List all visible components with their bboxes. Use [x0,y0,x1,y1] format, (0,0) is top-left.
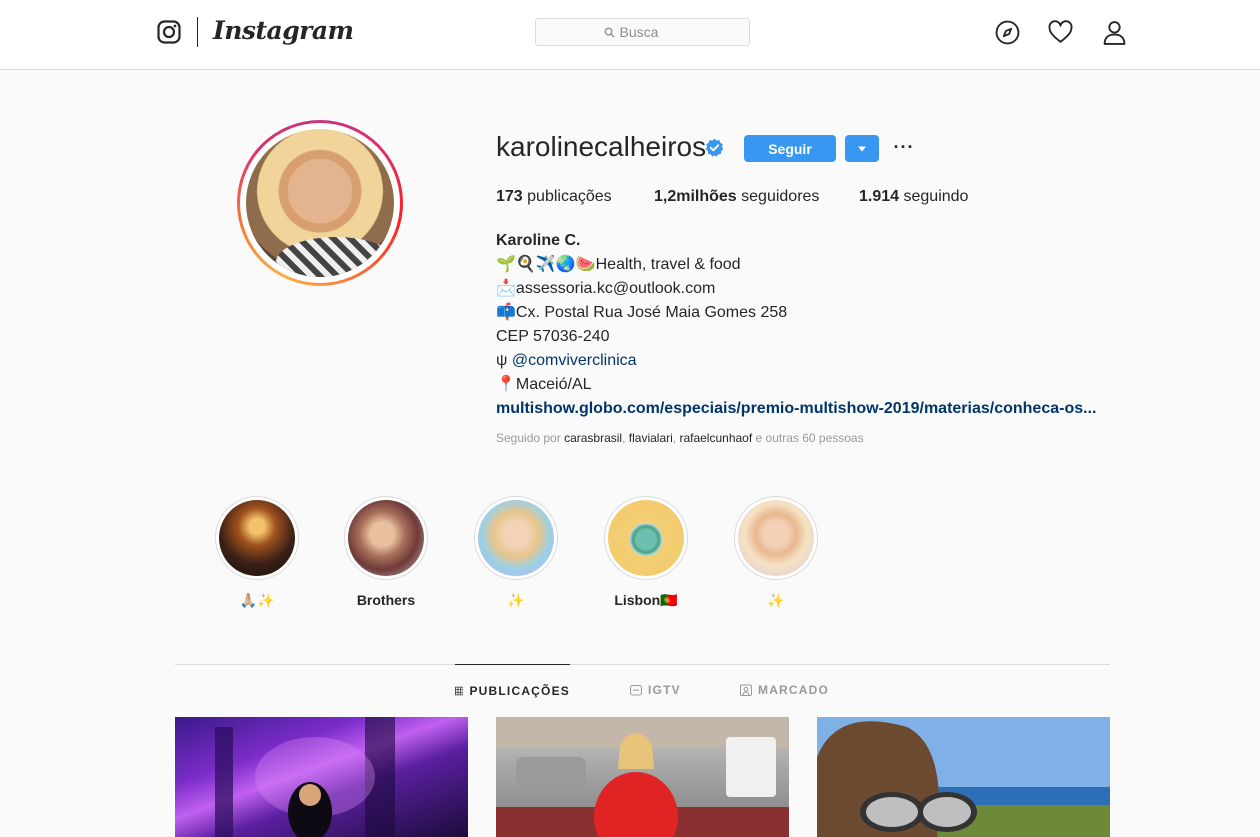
followers-stat[interactable]: 1,2milhões seguidores [654,188,819,206]
post-thumbnail[interactable] [496,717,789,837]
caret-down-icon [858,146,866,151]
compass-explore-icon[interactable] [995,20,1020,45]
followed-by-suffix: e outras 60 pessoas [752,431,864,445]
search-input[interactable] [619,24,682,40]
posts-label: publicações [522,188,612,205]
heart-activity-icon[interactable] [1048,20,1073,45]
highlight-cover [608,500,684,576]
more-options-button[interactable]: ··· [893,136,915,158]
story-highlight[interactable]: Brothers [344,496,428,608]
bio-line-cep: CEP 57036-240 [496,328,610,345]
followers-label: seguidores [736,188,820,205]
highlight-ring [734,496,818,580]
followed-by-account[interactable]: flavialari [629,431,673,445]
followed-by-account[interactable]: carasbrasil [564,431,622,445]
profile-full-name: Karoline C. [496,232,581,249]
followed-by-prefix: Seguido por [496,431,565,445]
profile-avatar [246,129,394,277]
highlight-label: Lisbon🇵🇹 [614,592,678,608]
highlight-ring [604,496,688,580]
grid-icon [455,686,464,695]
profile-avatar-story-ring[interactable] [237,120,403,286]
highlight-label: ✨ [507,592,525,608]
tab-publicacoes[interactable]: PUBLICAÇÕES [455,664,570,716]
bio-website-link[interactable]: multishow.globo.com/especiais/premio-mul… [496,397,1106,421]
followed-by-text[interactable]: Seguido por carasbrasil, flavialari, raf… [496,431,864,445]
avatar-border [240,123,400,283]
profile-username: karolinecalheiros [496,131,707,162]
highlight-cover [348,500,424,576]
follow-button[interactable]: Seguir [744,135,836,162]
story-highlight[interactable]: 🙏🏼✨ [215,496,299,609]
following-label: seguindo [899,188,969,205]
bio-line-location: 📍Maceió/AL [496,376,592,393]
logo-divider [197,17,198,47]
followed-by-account[interactable]: rafaelcunhaof [679,431,752,445]
tab-label: IGTV [648,683,681,697]
search-icon [604,27,615,38]
tab-marcado[interactable]: MARCADO [740,664,829,716]
post-image [215,717,395,837]
story-highlight[interactable]: ✨ [474,496,558,609]
profile-bio: Karoline C. 🌱🍳✈️🌏🍉Health, travel & food … [496,229,1111,421]
bio-clinic-prefix: ψ [496,352,512,369]
followers-count: 1,2milhões [654,188,737,205]
highlight-ring [215,496,299,580]
posts-stat: 173 publicações [496,188,612,206]
highlight-cover [738,500,814,576]
tab-igtv[interactable]: IGTV [630,664,681,716]
bio-line-email: 📩assessoria.kc@outlook.com [496,280,716,297]
highlight-ring [474,496,558,580]
highlight-cover [478,500,554,576]
following-count: 1.914 [859,188,900,205]
profile-person-icon[interactable] [1102,20,1127,45]
highlight-cover [219,500,295,576]
story-highlight[interactable]: Lisbon🇵🇹 [604,496,688,609]
posts-count: 173 [496,188,523,205]
highlight-label: 🙏🏼✨ [239,592,275,608]
tab-label: PUBLICAÇÕES [469,683,570,698]
post-image [817,717,1110,837]
tagged-icon [740,684,752,696]
bio-mention-link[interactable]: @comviverclinica [512,352,637,369]
bio-line-postal: 📫Cx. Postal Rua José Maia Gomes 258 [496,304,788,321]
post-thumbnail[interactable] [817,717,1110,837]
tv-icon [630,685,642,696]
highlight-label: Brothers [356,592,416,608]
story-highlight[interactable]: ✨ [734,496,818,609]
bio-line-clinic: ψ @comviverclinica [496,349,1111,373]
post-thumbnail[interactable] [175,717,468,837]
highlight-label: ✨ [767,592,785,608]
top-navigation: Instagram [0,0,1260,70]
verified-badge-icon [705,138,724,157]
tab-label: MARCADO [758,683,830,697]
instagram-camera-icon[interactable] [157,20,181,44]
highlight-ring [344,496,428,580]
post-image [496,717,789,837]
search-box[interactable] [535,18,750,46]
instagram-wordmark[interactable]: Instagram [213,16,354,45]
bio-line-tagline: 🌱🍳✈️🌏🍉Health, travel & food [496,256,741,273]
suggested-dropdown-button[interactable] [845,135,879,162]
following-stat[interactable]: 1.914 seguindo [859,188,968,206]
